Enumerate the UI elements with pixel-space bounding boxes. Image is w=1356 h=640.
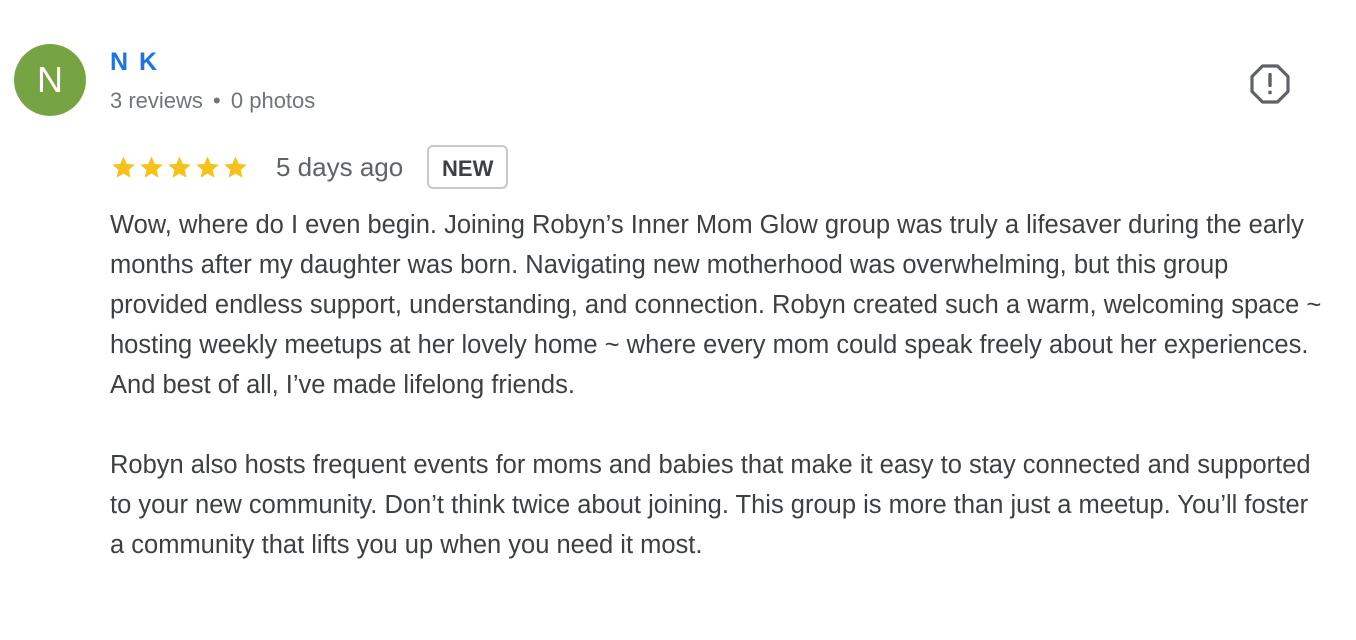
author-name-link[interactable]: N K	[110, 48, 159, 77]
review-paragraph: Robyn also hosts frequent events for mom…	[110, 451, 1311, 559]
report-flag-icon	[1250, 64, 1290, 104]
photo-count: 0 photos	[230, 88, 316, 113]
review-paragraph: Wow, where do I even begin. Joining Roby…	[110, 211, 1322, 399]
star-icon	[168, 155, 191, 178]
review-text: Wow, where do I even begin. Joining Roby…	[110, 205, 1325, 565]
rating-row: 5 days ago NEW	[110, 143, 509, 191]
star-icon	[112, 155, 135, 178]
star-rating	[110, 154, 250, 181]
author-meta: 3 reviews • 0 photos	[110, 88, 315, 114]
star-icon	[224, 155, 247, 178]
review-count: 3 reviews	[110, 88, 203, 113]
meta-separator: •	[213, 88, 221, 113]
review-date: 5 days ago	[276, 151, 404, 182]
star-icon	[196, 155, 219, 178]
report-review-button[interactable]	[1248, 62, 1292, 106]
avatar[interactable]: N	[14, 44, 86, 116]
review-card: N N K 3 reviews • 0 photos 5 days ago NE…	[0, 0, 1356, 640]
new-badge: NEW	[427, 145, 509, 189]
star-icon	[140, 155, 163, 178]
